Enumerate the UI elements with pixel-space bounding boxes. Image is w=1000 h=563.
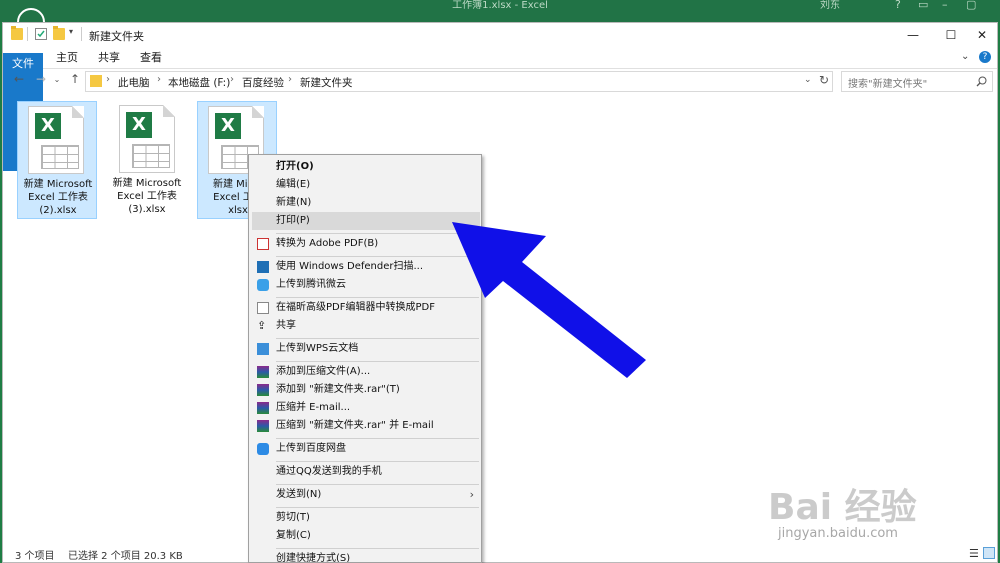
- menu-item-zip-email[interactable]: 压缩并 E-mail...: [252, 399, 480, 417]
- winrar-icon: [257, 366, 269, 378]
- excel-file-icon: X: [119, 105, 175, 173]
- back-arrow-icon[interactable]: ←: [11, 72, 27, 86]
- winrar-icon: [257, 420, 269, 432]
- search-input[interactable]: 搜索"新建文件夹": [841, 71, 993, 92]
- excel-user: 刘东: [820, 0, 840, 11]
- search-icon: [976, 76, 987, 87]
- breadcrumb-drive[interactable]: 本地磁盘 (F:): [168, 75, 230, 90]
- properties-icon[interactable]: [35, 28, 47, 40]
- folder-icon: [90, 75, 102, 87]
- tab-home[interactable]: 主页: [49, 47, 85, 69]
- file-name: 新建 Microsoft Excel 工作表 (2).xlsx: [23, 179, 93, 216]
- excel-minimize-icon[interactable]: –: [942, 0, 948, 11]
- tab-share[interactable]: 共享: [91, 47, 127, 69]
- menu-item-add-rar[interactable]: 添加到 "新建文件夹.rar"(T): [252, 381, 480, 399]
- file-item[interactable]: X 新建 Microsoft Excel 工作表 (3).xlsx: [107, 101, 187, 219]
- menu-item-tencent-cloud[interactable]: 上传到腾讯微云: [252, 276, 480, 294]
- breadcrumb-this-pc[interactable]: 此电脑: [118, 75, 150, 90]
- baidu-watermark: Bai 经验 jingyan.baidu.com: [760, 470, 990, 550]
- menu-item-open[interactable]: 打开(O): [252, 158, 480, 176]
- watermark-url: jingyan.baidu.com: [778, 526, 898, 541]
- search-placeholder: 搜索"新建文件夹": [848, 79, 928, 90]
- close-button[interactable]: ✕: [967, 25, 997, 45]
- winrar-icon: [257, 384, 269, 396]
- menu-item-rar-email[interactable]: 压缩到 "新建文件夹.rar" 并 E-mail: [252, 417, 480, 435]
- context-menu: 打开(O) 编辑(E) 新建(N) 打印(P) 转换为 Adobe PDF(B)…: [248, 154, 482, 563]
- recent-dropdown-icon[interactable]: ⌄: [49, 75, 65, 84]
- excel-title: 工作簿1.xlsx - Excel: [452, 0, 548, 11]
- excel-help-icon[interactable]: ?: [895, 0, 901, 11]
- menu-item-print[interactable]: 打印(P): [252, 212, 480, 230]
- menu-item-send-to[interactable]: 发送到(N) ›: [252, 486, 480, 504]
- wps-cloud-icon: [257, 343, 269, 355]
- address-bar-row: ← → ⌄ ↑ › 此电脑 › 本地磁盘 (F:) › 百度经验 › 新建文件夹…: [3, 69, 997, 95]
- customize-quick-access-icon[interactable]: ▾: [69, 27, 73, 36]
- winrar-icon: [257, 402, 269, 414]
- expand-ribbon-icon[interactable]: ⌄: [961, 51, 969, 62]
- refresh-icon[interactable]: ↻: [819, 73, 829, 87]
- breadcrumb-new-folder[interactable]: 新建文件夹: [300, 75, 353, 90]
- title-bar: ▾ 新建文件夹 — ☐ ✕: [3, 23, 997, 47]
- selection-info: 已选择 2 个项目 20.3 KB: [68, 551, 183, 562]
- menu-item-create-shortcut[interactable]: 创建快捷方式(S): [252, 550, 480, 562]
- window-title: 新建文件夹: [89, 30, 144, 43]
- minimize-button[interactable]: —: [898, 25, 928, 45]
- menu-item-foxit[interactable]: 在福昕高级PDF编辑器中转换成PDF: [252, 299, 480, 317]
- new-folder-icon[interactable]: [53, 26, 65, 40]
- help-icon[interactable]: ?: [979, 51, 991, 63]
- file-item[interactable]: X 新建 Microsoft Excel 工作表 (2).xlsx: [17, 101, 97, 219]
- menu-item-convert-pdf[interactable]: 转换为 Adobe PDF(B): [252, 235, 480, 253]
- menu-item-share[interactable]: ⇪ 共享: [252, 317, 480, 335]
- pdf-icon: [257, 238, 269, 250]
- cloud-icon: [257, 279, 269, 291]
- menu-item-qq[interactable]: 通过QQ发送到我的手机: [252, 463, 480, 481]
- shield-icon: [257, 261, 269, 273]
- item-count: 3 个项目: [15, 551, 55, 562]
- menu-item-copy[interactable]: 复制(C): [252, 527, 480, 545]
- baidu-cloud-icon: [257, 443, 269, 455]
- excel-background-window: 工作簿1.xlsx - Excel 刘东 ? ▭ – ▢: [0, 0, 1000, 36]
- folder-icon: [11, 26, 23, 40]
- tab-view[interactable]: 查看: [133, 47, 169, 69]
- breadcrumb-baidu[interactable]: 百度经验: [242, 75, 284, 90]
- maximize-button[interactable]: ☐: [936, 25, 966, 45]
- document-icon: [257, 302, 269, 314]
- menu-item-wps[interactable]: 上传到WPS云文档: [252, 340, 480, 358]
- menu-item-new[interactable]: 新建(N): [252, 194, 480, 212]
- menu-item-add-archive[interactable]: 添加到压缩文件(A)...: [252, 363, 480, 381]
- address-input[interactable]: › 此电脑 › 本地磁盘 (F:) › 百度经验 › 新建文件夹 ⌄ ↻: [85, 71, 833, 92]
- forward-arrow-icon[interactable]: →: [33, 72, 49, 86]
- menu-item-baidu-pan[interactable]: 上传到百度网盘: [252, 440, 480, 458]
- share-icon: ⇪: [257, 319, 267, 332]
- excel-close-icon[interactable]: ▢: [966, 0, 976, 11]
- address-dropdown-icon[interactable]: ⌄: [804, 75, 812, 85]
- menu-item-cut[interactable]: 剪切(T): [252, 509, 480, 527]
- chevron-right-icon: ›: [469, 488, 474, 501]
- file-name: 新建 Microsoft Excel 工作表 (3).xlsx: [112, 178, 182, 215]
- excel-file-icon: X: [28, 106, 84, 174]
- menu-item-edit[interactable]: 编辑(E): [252, 176, 480, 194]
- menu-item-defender[interactable]: 使用 Windows Defender扫描...: [252, 258, 480, 276]
- excel-restore-icon[interactable]: ▭: [918, 0, 928, 11]
- ribbon: 文件 主页 共享 查看 ⌄ ?: [3, 47, 997, 171]
- watermark-brand: Bai 经验: [768, 487, 917, 528]
- up-arrow-icon[interactable]: ↑: [67, 72, 83, 86]
